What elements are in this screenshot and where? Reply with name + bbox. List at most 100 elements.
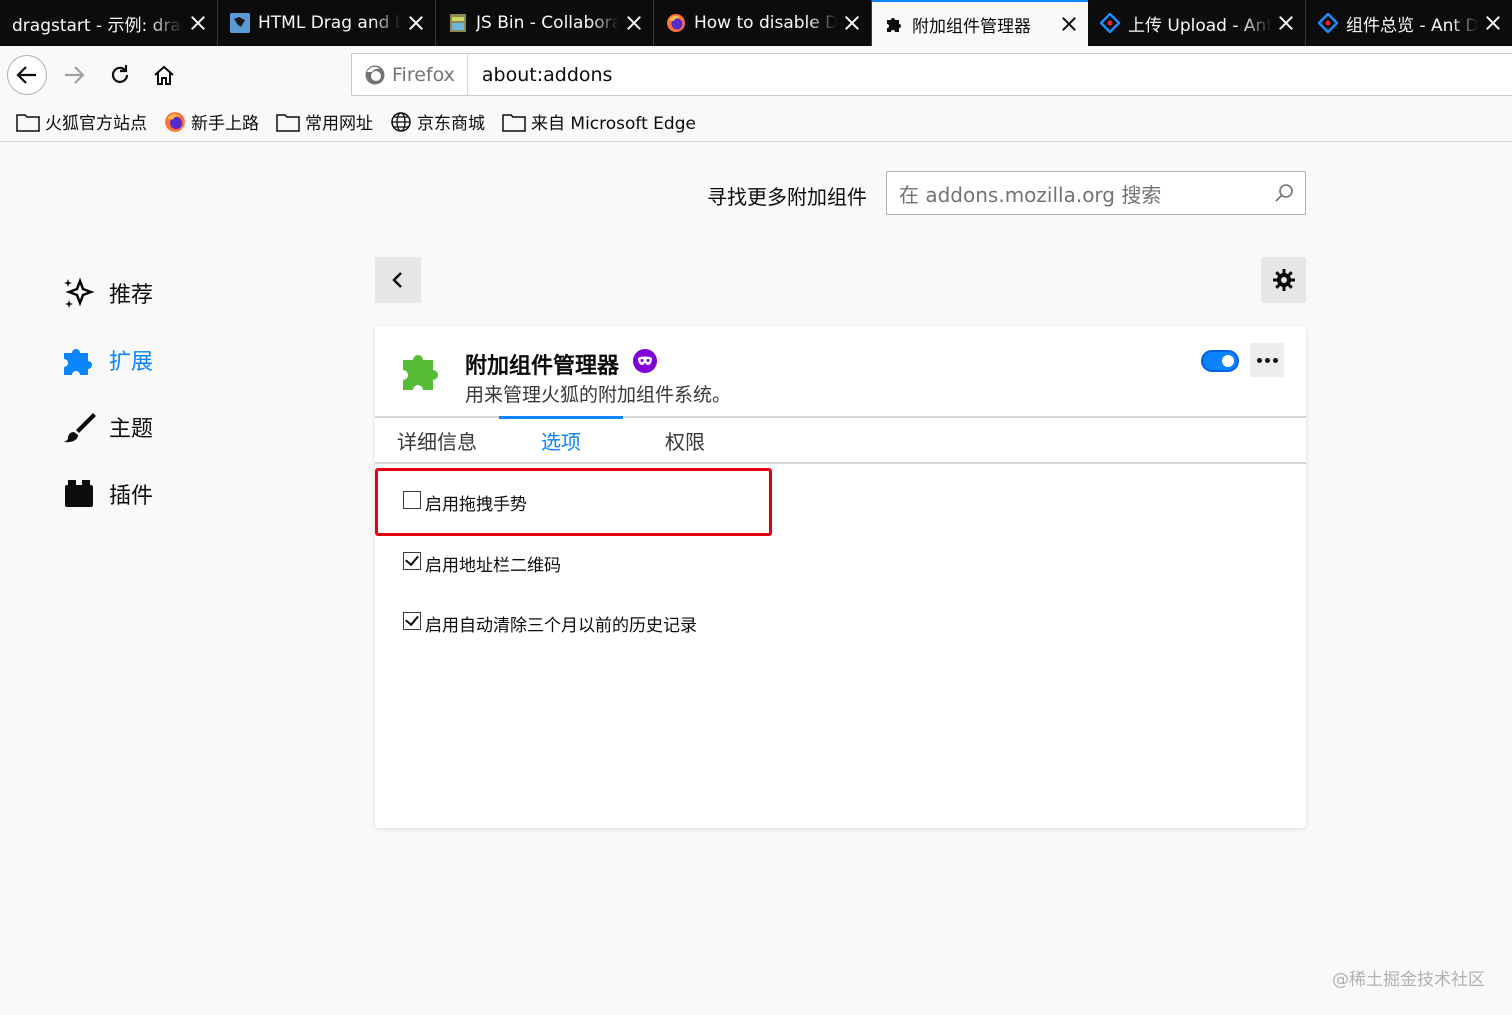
tab-preferences[interactable]: 选项: [499, 416, 623, 462]
jsbin-icon: [450, 14, 466, 32]
folder-icon: [16, 113, 40, 132]
category-label: 主题: [109, 416, 154, 442]
browser-tab[interactable]: dragstart - 示例: dragst: [0, 0, 218, 46]
private-browsing-badge: [633, 349, 657, 373]
forward-button[interactable]: [54, 55, 94, 95]
tab-title: 组件总览 - Ant Design: [1346, 15, 1478, 36]
bookmark-item[interactable]: 京东商城: [390, 109, 485, 134]
bookmark-label: 来自 Microsoft Edge: [531, 114, 696, 134]
checkbox[interactable]: [403, 551, 421, 570]
dot: [1256, 357, 1262, 363]
close-icon[interactable]: [1484, 14, 1502, 32]
gear-icon: [1272, 269, 1295, 291]
checkbox[interactable]: [403, 611, 421, 630]
addon-enable-toggle[interactable]: [1201, 350, 1239, 372]
option-drag-gesture[interactable]: 启用拖拽手势: [403, 490, 527, 515]
home-icon: [154, 65, 174, 85]
navigation-toolbar: Firefox about:addons: [0, 46, 1512, 102]
identity-box[interactable]: Firefox: [352, 54, 468, 95]
addon-puzzle-icon: [403, 355, 438, 390]
browser-tab[interactable]: 组件总览 - Ant Design: [1306, 0, 1512, 46]
tools-menu-button[interactable]: [1261, 257, 1306, 303]
home-button[interactable]: [144, 55, 184, 95]
bookmark-label: 常用网址: [305, 114, 373, 134]
arrow-right-icon: [65, 66, 85, 84]
tab-title: 附加组件管理器: [912, 16, 1031, 37]
more-options-button[interactable]: [1250, 343, 1284, 377]
search-placeholder: 在 addons.mozilla.org 搜索: [899, 182, 1162, 207]
tab-title: How to disable Drag: [694, 13, 837, 33]
browser-tab[interactable]: HTML Drag and Drop: [218, 0, 436, 46]
bookmark-item[interactable]: 火狐官方站点: [16, 109, 147, 134]
browser-tab[interactable]: 上传 Upload - Ant Design: [1088, 0, 1306, 46]
category-recommended[interactable]: 推荐: [62, 259, 153, 326]
mask-icon: [638, 356, 652, 365]
category-label: 插件: [109, 483, 154, 509]
bookmark-label: 京东商城: [417, 114, 485, 134]
bookmark-label: 火狐官方站点: [45, 114, 147, 134]
category-label: 扩展: [109, 349, 154, 375]
addon-description: 用来管理火狐的附加组件系统。: [465, 384, 732, 406]
dot: [1264, 357, 1270, 363]
bookmark-item[interactable]: 常用网址: [276, 109, 373, 134]
tab-details[interactable]: 详细信息: [375, 418, 499, 462]
close-icon[interactable]: [407, 14, 425, 32]
close-icon[interactable]: [843, 14, 861, 32]
bookmark-item[interactable]: 来自 Microsoft Edge: [502, 109, 696, 134]
category-plugins[interactable]: 插件: [62, 460, 153, 527]
puzzle-icon: [887, 18, 901, 32]
firefox-icon: [165, 111, 185, 132]
browser-tab[interactable]: How to disable Drag: [654, 0, 872, 46]
arrow-left-icon: [16, 66, 36, 84]
option-label: 启用地址栏二维码: [425, 556, 561, 576]
firefox-icon: [667, 14, 685, 32]
tab-strip: dragstart - 示例: dragst HTML Drag and Dro…: [0, 0, 1512, 46]
watermark: @稀土掘金技术社区: [1332, 970, 1485, 990]
dot: [1272, 357, 1278, 363]
search-icon: [1275, 184, 1293, 202]
category-extensions[interactable]: 扩展: [62, 326, 153, 393]
option-label: 启用自动清除三个月以前的历史记录: [425, 616, 697, 636]
addons-search-input[interactable]: 在 addons.mozilla.org 搜索: [886, 171, 1306, 215]
option-qr-code[interactable]: 启用地址栏二维码: [403, 551, 561, 576]
brush-icon: [64, 412, 96, 442]
option-auto-clear-history[interactable]: 启用自动清除三个月以前的历史记录: [403, 611, 697, 636]
close-icon[interactable]: [1277, 14, 1295, 32]
bookmarks-toolbar: 火狐官方站点 新手上路 常用网址 京东商城 来自 Microsoft Edge: [0, 102, 1512, 142]
sparkle-icon: [64, 276, 95, 308]
tab-title: JS Bin - Collaborative: [476, 13, 619, 33]
close-icon[interactable]: [189, 14, 207, 32]
back-button[interactable]: [7, 55, 47, 95]
tab-title: HTML Drag and Drop: [258, 13, 401, 33]
firefox-icon: [365, 65, 385, 84]
identity-label: Firefox: [392, 63, 455, 86]
reload-button[interactable]: [100, 55, 140, 95]
detail-tab-bar: 详细信息 选项 权限: [375, 416, 1306, 464]
ant-design-icon: [1100, 13, 1120, 33]
checkbox[interactable]: [403, 490, 421, 509]
category-themes[interactable]: 主题: [62, 393, 153, 460]
plugin-icon: [65, 479, 93, 507]
addon-name: 附加组件管理器: [465, 354, 620, 379]
category-list: 推荐 扩展 主题 插件: [62, 259, 153, 527]
bookmark-item[interactable]: 新手上路: [164, 109, 259, 134]
url-bar[interactable]: Firefox about:addons: [351, 53, 1512, 96]
browser-tab[interactable]: JS Bin - Collaborative: [436, 0, 654, 46]
chevron-left-icon: [392, 272, 402, 288]
tab-permissions[interactable]: 权限: [623, 418, 747, 462]
tab-title: dragstart - 示例: dragst: [12, 15, 183, 36]
globe-icon: [391, 111, 411, 132]
ant-design-icon: [1318, 13, 1338, 33]
category-label: 推荐: [109, 282, 154, 308]
html-logo-icon: [230, 13, 250, 33]
option-label: 启用拖拽手势: [425, 495, 527, 515]
close-icon[interactable]: [625, 14, 643, 32]
bookmark-label: 新手上路: [191, 114, 259, 134]
back-to-list-button[interactable]: [375, 257, 421, 303]
puzzle-icon: [64, 348, 92, 375]
url-text[interactable]: about:addons: [468, 64, 613, 86]
browser-tab-active[interactable]: 附加组件管理器: [872, 0, 1088, 46]
folder-icon: [502, 113, 526, 132]
find-more-label: 寻找更多附加组件: [707, 185, 867, 209]
close-icon[interactable]: [1060, 15, 1078, 33]
